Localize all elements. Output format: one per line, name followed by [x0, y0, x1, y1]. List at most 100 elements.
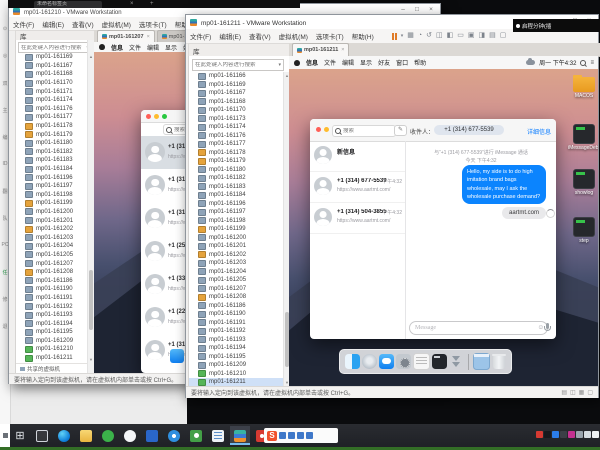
conversation-row[interactable]: 新信息	[310, 141, 405, 172]
desktop-icon-showlog[interactable]: showlog	[568, 167, 598, 196]
close-icon[interactable]	[316, 127, 321, 132]
vm-item-mp01-161202[interactable]: mp01-161202	[189, 251, 283, 260]
browser-tab[interactable]: 未命名标签页	[34, 1, 102, 8]
sogou-tool-icon[interactable]	[297, 432, 304, 439]
sogou-tool-icon[interactable]	[288, 432, 295, 439]
library-panel-icon[interactable]: ◧	[447, 31, 454, 41]
vm-item-mp01-161176[interactable]: mp01-161176	[16, 105, 86, 114]
vm-item-mp01-161168[interactable]: mp01-161168	[16, 70, 86, 79]
taskbar-vmware-button[interactable]	[230, 426, 250, 445]
vm-item-mp01-161209[interactable]: mp01-161209	[16, 337, 86, 346]
vm-item-mp01-161193[interactable]: mp01-161193	[16, 311, 86, 320]
menu-查看(V)[interactable]: 查看(V)	[245, 31, 275, 41]
pause-vm-button[interactable]	[392, 33, 397, 40]
vm-item-mp01-161180[interactable]: mp01-161180	[189, 166, 283, 175]
vm-item-mp01-161196[interactable]: mp01-161196	[189, 200, 283, 209]
vm-item-mp01-161210[interactable]: mp01-161210	[189, 370, 283, 379]
macos-menu-显示[interactable]: 显示	[360, 58, 372, 67]
apple-menu-icon[interactable]	[99, 44, 105, 50]
emoji-icon[interactable]: ☺	[537, 325, 544, 331]
vm-item-mp01-161174[interactable]: mp01-161174	[16, 96, 86, 105]
taskbar-edge-button[interactable]	[54, 426, 74, 445]
vm-item-mp01-161199[interactable]: mp01-161199	[16, 199, 86, 208]
messages-search[interactable]	[332, 125, 396, 137]
traffic-lights[interactable]	[146, 114, 167, 119]
desktop-icon-step[interactable]: step	[568, 215, 598, 244]
macos-menu-信息[interactable]: 信息	[111, 43, 123, 52]
vm-item-mp01-161200[interactable]: mp01-161200	[189, 234, 283, 243]
taskbar-app-docs-button[interactable]	[208, 426, 228, 445]
vm-item-mp01-161194[interactable]: mp01-161194	[189, 344, 283, 353]
tab-close-icon[interactable]: ×	[147, 34, 150, 40]
dock-launchpad-icon[interactable]	[362, 354, 377, 369]
vm-item-mp01-161204[interactable]: mp01-161204	[16, 242, 86, 251]
vm-item-mp01-161192[interactable]: mp01-161192	[16, 302, 86, 311]
vm-item-mp01-161197[interactable]: mp01-161197	[189, 208, 283, 217]
vm-item-mp01-161186[interactable]: mp01-161186	[16, 276, 86, 285]
hdd-status-icon[interactable]: ▤	[561, 389, 567, 396]
library-scrollbar[interactable]: ▲ ▼	[87, 40, 94, 373]
vm-item-mp01-161203[interactable]: mp01-161203	[189, 259, 283, 268]
vm-item-mp01-161184[interactable]: mp01-161184	[16, 165, 86, 174]
minimize-icon[interactable]	[324, 127, 329, 132]
library-search-input[interactable]	[19, 45, 86, 51]
vm-item-mp01-161198[interactable]: mp01-161198	[16, 191, 86, 200]
vm-item-mp01-161204[interactable]: mp01-161204	[189, 268, 283, 277]
sogou-input-bar[interactable]: S	[264, 428, 338, 443]
vm-item-mp01-161168[interactable]: mp01-161168	[189, 98, 283, 107]
network-status-icon[interactable]: ▦	[579, 389, 585, 396]
vm-item-mp01-161211[interactable]: mp01-161211	[189, 378, 283, 386]
vm-item-mp01-161184[interactable]: mp01-161184	[189, 191, 283, 200]
vm-item-mp01-161167[interactable]: mp01-161167	[189, 89, 283, 98]
macos-menu-文件[interactable]: 文件	[324, 58, 336, 67]
macos-menu-信息[interactable]: 信息	[306, 58, 318, 67]
dock-system-preferences-icon[interactable]	[396, 354, 411, 369]
macos-menu-显示[interactable]: 显示	[165, 43, 177, 52]
vm-item-mp01-161195[interactable]: mp01-161195	[189, 353, 283, 362]
dock-trash-icon[interactable]	[493, 354, 505, 369]
vm-item-mp01-161190[interactable]: mp01-161190	[16, 285, 86, 294]
vm-item-mp01-161202[interactable]: mp01-161202	[16, 225, 86, 234]
details-link[interactable]: 详细信息	[527, 127, 551, 136]
conversation-row[interactable]: +1 (314) 677-5539下午4:32https://www.aartm…	[310, 172, 405, 203]
external-monitor-icon[interactable]: ▢	[500, 31, 507, 41]
message-input-field[interactable]: ☺	[409, 321, 548, 335]
zoom-icon[interactable]	[162, 114, 167, 119]
vm-item-mp01-161182[interactable]: mp01-161182	[189, 174, 283, 183]
vm-item-mp01-161207[interactable]: mp01-161207	[189, 285, 283, 294]
dock-messages-icon[interactable]	[379, 354, 394, 369]
fullscreen-icon[interactable]: ▤	[489, 31, 496, 41]
send-ctrl-alt-del-icon[interactable]: ▦	[407, 31, 414, 41]
microphone-icon[interactable]	[546, 323, 549, 329]
menu-选项卡(T)[interactable]: 选项卡(T)	[135, 19, 171, 29]
menubar-clock[interactable]: 周一 下午4:32	[539, 58, 576, 67]
new-tab-icon[interactable]: +	[150, 0, 154, 8]
sogou-tool-icon[interactable]	[306, 432, 313, 439]
vm-item-mp01-161198[interactable]: mp01-161198	[189, 217, 283, 226]
vm-tab-active[interactable]: mp01-161211 ×	[292, 43, 349, 56]
vm-item-mp01-161179[interactable]: mp01-161179	[189, 157, 283, 166]
recipient-pill[interactable]: +1 (314) 677-5539	[434, 125, 504, 135]
menu-虚拟机(M)[interactable]: 虚拟机(M)	[275, 31, 312, 41]
vm-item-mp01-161177[interactable]: mp01-161177	[16, 113, 86, 122]
tray-icon[interactable]	[544, 431, 551, 438]
sogou-tool-icon[interactable]	[279, 432, 286, 439]
vm-item-mp01-161199[interactable]: mp01-161199	[189, 225, 283, 234]
macos-menu-帮助[interactable]: 帮助	[414, 58, 426, 67]
vm-item-mp01-161191[interactable]: mp01-161191	[189, 319, 283, 328]
vm-item-mp01-161167[interactable]: mp01-161167	[16, 62, 86, 71]
tray-icon[interactable]	[552, 431, 559, 438]
vm-item-mp01-161203[interactable]: mp01-161203	[16, 233, 86, 242]
vm-item-mp01-161205[interactable]: mp01-161205	[16, 251, 86, 260]
close-icon[interactable]	[146, 114, 151, 119]
taskbar-file-explorer-button[interactable]	[76, 426, 96, 445]
taskbar-start-button[interactable]: ⊞	[10, 426, 30, 445]
vm-item-mp01-161182[interactable]: mp01-161182	[16, 148, 86, 157]
menu-虚拟机(M)[interactable]: 虚拟机(M)	[98, 19, 135, 29]
taskbar-itunes-button[interactable]	[120, 426, 140, 445]
vm-item-mp01-161196[interactable]: mp01-161196	[16, 173, 86, 182]
vm-item-mp01-161177[interactable]: mp01-161177	[189, 140, 283, 149]
vm-item-mp01-161179[interactable]: mp01-161179	[16, 130, 86, 139]
vm-item-mp01-161201[interactable]: mp01-161201	[189, 242, 283, 251]
tray-icon[interactable]	[584, 431, 591, 438]
